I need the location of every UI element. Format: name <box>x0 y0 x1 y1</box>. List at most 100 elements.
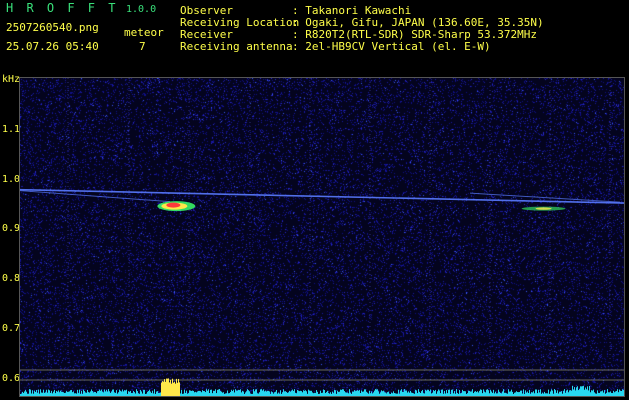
signal-level-bar <box>122 389 123 396</box>
signal-level-bar <box>245 392 246 396</box>
signal-level-bar <box>387 392 388 396</box>
signal-level-bar <box>534 393 535 396</box>
signal-level-bar <box>361 390 362 396</box>
signal-level-bar <box>537 393 538 396</box>
signal-level-bar <box>282 392 283 396</box>
signal-level-bar <box>601 391 602 396</box>
signal-level-bar <box>615 391 616 396</box>
signal-level-bar <box>283 389 284 396</box>
signal-level-bar <box>624 391 625 396</box>
signal-level-bar <box>127 393 128 396</box>
signal-level-bar <box>482 393 483 396</box>
signal-level-bar <box>61 391 62 396</box>
signal-level-bar <box>490 389 491 396</box>
meteor-echo-core <box>535 207 552 210</box>
signal-level-bar <box>265 390 266 396</box>
antenna-value: : 2el-HB9CV Vertical (el. E-W) <box>292 40 491 53</box>
signal-level-bar <box>619 389 620 396</box>
signal-level-bar <box>108 389 109 396</box>
signal-level-bar <box>431 393 432 396</box>
signal-level-bar <box>203 390 204 396</box>
signal-level-bar <box>311 390 312 396</box>
signal-level-bar <box>36 389 37 396</box>
signal-level-bar <box>362 391 363 396</box>
signal-level-bar <box>70 390 71 396</box>
signal-level-bar <box>540 389 541 396</box>
signal-level-bar <box>306 391 307 396</box>
signal-level-bar <box>324 390 325 396</box>
signal-level-bar <box>277 393 278 396</box>
signal-level-bar <box>276 389 277 396</box>
signal-level-bar <box>54 389 55 396</box>
signal-level-bar <box>213 390 214 396</box>
signal-level-bar <box>250 393 251 396</box>
signal-level-bar <box>441 389 442 396</box>
signal-level-bar <box>298 390 299 396</box>
signal-level-bar <box>349 389 350 396</box>
signal-level-bar <box>428 389 429 396</box>
signal-level-bar <box>508 389 509 396</box>
signal-level-bar <box>38 389 39 396</box>
signal-level-bar <box>464 391 465 396</box>
signal-level-bar <box>80 393 81 396</box>
signal-level-bar <box>449 389 450 396</box>
signal-level-bar <box>510 391 511 396</box>
signal-level-bar <box>235 389 236 396</box>
signal-level-bar <box>550 391 551 396</box>
signal-level-bar <box>217 389 218 396</box>
signal-level-bar <box>118 392 119 396</box>
signal-level-bar <box>68 391 69 396</box>
signal-level-bar <box>492 392 493 396</box>
signal-level-bar <box>366 391 367 396</box>
signal-level-bar <box>576 387 577 396</box>
signal-level-bar <box>79 389 80 396</box>
signal-level-bar <box>97 391 98 396</box>
signal-level-bar <box>444 390 445 396</box>
signal-level-bar <box>491 391 492 396</box>
signal-level-bar <box>69 391 70 396</box>
signal-level-bar <box>26 391 27 396</box>
signal-level-bar <box>198 390 199 396</box>
signal-level-bar <box>507 393 508 396</box>
signal-level-bar <box>183 393 184 396</box>
signal-level-bar <box>103 392 104 396</box>
signal-level-bar <box>296 393 297 396</box>
signal-level-bar <box>461 392 462 396</box>
signal-level-bar <box>377 389 378 396</box>
signal-level-bar <box>161 382 162 396</box>
signal-level-bar <box>39 393 40 396</box>
signal-level-bar <box>319 393 320 396</box>
signal-level-bar <box>101 389 102 396</box>
signal-level-bar <box>263 389 264 396</box>
signal-level-bar <box>353 391 354 396</box>
signal-level-bar <box>459 390 460 396</box>
signal-level-bar <box>186 390 187 396</box>
signal-level-bar <box>307 393 308 396</box>
signal-level-bar <box>415 389 416 396</box>
signal-level-bar <box>171 383 172 396</box>
signal-level-bar <box>251 393 252 396</box>
signal-level-bar <box>429 391 430 396</box>
signal-level-bar <box>542 392 543 396</box>
signal-level-bar <box>300 390 301 396</box>
signal-level-bar <box>201 392 202 396</box>
signal-level-bar <box>59 392 60 396</box>
signal-level-bar <box>443 393 444 396</box>
signal-level-bar <box>285 391 286 396</box>
signal-level-bar <box>271 391 272 396</box>
signal-level-bar <box>502 391 503 396</box>
signal-level-bar <box>369 390 370 396</box>
file-name: 2507260540.png <box>6 21 99 34</box>
signal-level-bar <box>331 393 332 396</box>
signal-level-bar <box>555 390 556 396</box>
signal-level-bar <box>222 392 223 396</box>
signal-level-bar <box>72 392 73 396</box>
signal-level-bar <box>447 393 448 396</box>
signal-level-bar <box>123 391 124 396</box>
spectrogram-overlay <box>20 78 625 396</box>
signal-level-bar <box>384 392 385 396</box>
signal-level-bar <box>94 391 95 396</box>
signal-level-bar <box>389 393 390 396</box>
signal-level-bar <box>53 391 54 396</box>
signal-level-bar <box>225 393 226 396</box>
